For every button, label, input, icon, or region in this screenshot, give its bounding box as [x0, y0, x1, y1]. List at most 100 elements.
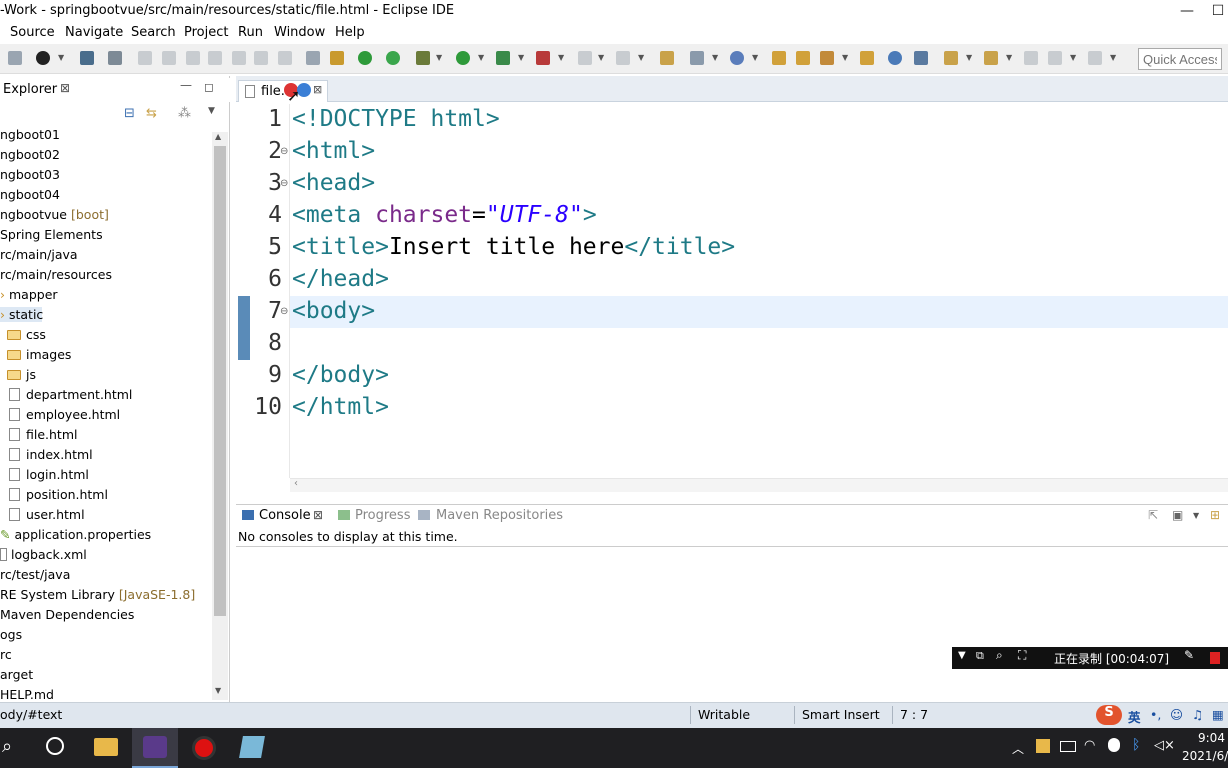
run-icon[interactable] [456, 51, 470, 65]
tree-item[interactable]: images [7, 347, 71, 362]
dropdown-arrow-icon[interactable]: ▼ [842, 53, 848, 62]
scroll-up-icon[interactable]: ▲ [215, 132, 221, 141]
tree-item[interactable]: ✎ application.properties [0, 527, 151, 542]
step-over-icon[interactable] [254, 51, 268, 65]
bluetooth-icon[interactable]: ᛒ [1132, 737, 1140, 753]
maximize-button[interactable]: ☐ [1208, 0, 1228, 22]
clock-time[interactable]: 9:04 [1198, 731, 1225, 745]
coverage-icon[interactable] [496, 51, 510, 65]
network-icon[interactable]: ◠ [1084, 738, 1095, 753]
search-tool-icon[interactable] [820, 51, 834, 65]
dropdown-arrow-icon[interactable]: ▼ [1110, 53, 1116, 62]
fold-icon[interactable]: ⊖ [280, 146, 288, 157]
annotations-icon[interactable] [914, 51, 928, 65]
tree-item[interactable]: Spring Elements [0, 227, 103, 242]
volume-icon[interactable]: ◁× [1154, 738, 1175, 753]
tree-item[interactable]: › mapper [0, 287, 58, 302]
menu-window[interactable]: Window [274, 25, 325, 40]
tab-progress[interactable]: Progress [355, 508, 410, 523]
tree-item[interactable]: file.html [9, 427, 77, 442]
open-folder-icon[interactable] [860, 51, 874, 65]
battery-icon[interactable] [1060, 741, 1076, 752]
notes-app-icon[interactable] [239, 736, 265, 758]
open-console-icon[interactable]: ⊞ [1210, 508, 1220, 522]
dropdown-arrow-icon[interactable]: ▼ [1006, 53, 1012, 62]
file-explorer-icon[interactable] [94, 738, 118, 756]
resume-icon[interactable] [138, 51, 152, 65]
new-java-project-icon[interactable] [690, 51, 704, 65]
menu-navigate[interactable]: Navigate [65, 25, 123, 40]
focus-icon[interactable]: ⁂ [178, 106, 191, 121]
server-icon[interactable] [616, 51, 630, 65]
tree-item[interactable]: arget [0, 667, 33, 682]
pin-console-icon[interactable]: ⇱ [1148, 508, 1158, 522]
last-edit-icon[interactable] [1024, 51, 1038, 65]
tree-item[interactable]: logback.xml [0, 547, 87, 562]
search-icon[interactable]: ⌕ [2, 736, 12, 757]
tree-item[interactable]: ngboot03 [0, 167, 60, 182]
emoji-icon[interactable]: ☺ [1170, 707, 1183, 722]
globe-icon[interactable] [888, 51, 902, 65]
console-output[interactable]: No consoles to display at this time. [236, 526, 1228, 702]
relaunch-icon[interactable] [386, 51, 400, 65]
dropdown-arrow-icon[interactable]: ▼ [1193, 511, 1199, 520]
task-view-icon[interactable] [46, 737, 64, 755]
open-type-icon[interactable] [772, 51, 786, 65]
eclipse-taskbar-button[interactable] [132, 728, 178, 768]
stop-record-icon[interactable] [1210, 652, 1220, 664]
window-icon[interactable]: ⧉ [976, 649, 984, 663]
recorder-app-icon[interactable] [192, 736, 216, 760]
skip-breakpoints-icon[interactable] [108, 51, 122, 65]
tree-item[interactable]: ngboot02 [0, 147, 60, 162]
user-icon[interactable] [36, 51, 50, 65]
tree-item[interactable]: ogs [0, 627, 22, 642]
scroll-left-icon[interactable]: ‹ [294, 478, 298, 489]
tree-item[interactable]: js [7, 367, 36, 382]
previous-annotation-icon[interactable] [984, 51, 998, 65]
dropdown-arrow-icon[interactable]: ▼ [712, 53, 718, 62]
tree-item[interactable]: login.html [9, 467, 89, 482]
pen-icon[interactable]: ✎ [1184, 648, 1194, 662]
tree-item[interactable]: RE System Library [JavaSE-1.8] [0, 587, 195, 602]
tree-item[interactable]: css [7, 327, 46, 342]
close-icon[interactable]: ⊠ [60, 81, 70, 95]
ime-language-toggle[interactable]: 英 [1128, 707, 1141, 726]
next-annotation-icon[interactable] [944, 51, 958, 65]
editor-horizontal-scrollbar[interactable]: ‹ [290, 478, 1228, 492]
disconnect-icon[interactable] [208, 51, 222, 65]
tree-item[interactable]: rc/main/resources [0, 267, 112, 282]
menu-run[interactable]: Run [238, 25, 263, 40]
tab-maven-repositories[interactable]: Maven Repositories [436, 508, 563, 523]
tree-item[interactable]: HELP.md [0, 687, 54, 702]
dropdown-arrow-icon[interactable]: ▼ [958, 650, 966, 661]
sogou-ime-icon[interactable]: S [1096, 705, 1122, 725]
keyboard-icon[interactable]: ▦ [1212, 707, 1224, 722]
scroll-down-icon[interactable]: ▼ [215, 686, 221, 695]
terminate-icon[interactable] [186, 51, 200, 65]
minimize-view-icon[interactable]: — [180, 78, 192, 92]
screenshot-icon[interactable]: ⛶ [1018, 648, 1026, 663]
dropdown-arrow-icon[interactable]: ▼ [478, 53, 484, 62]
explorer-tab-label[interactable]: Explorer [3, 82, 57, 97]
external-tools-icon[interactable] [536, 51, 550, 65]
terminal-icon[interactable] [80, 51, 94, 65]
explorer-scrollbar-thumb[interactable] [214, 146, 226, 616]
tree-item[interactable]: Maven Dependencies [0, 607, 134, 622]
stop-icon[interactable] [578, 51, 592, 65]
save-icon[interactable] [8, 51, 22, 65]
tree-item[interactable]: index.html [9, 447, 93, 462]
menu-source[interactable]: Source [10, 25, 55, 40]
tray-app-icon[interactable] [1036, 739, 1050, 753]
search-icon[interactable]: ⌕ [996, 648, 1003, 663]
tree-item[interactable]: ngbootvue [boot] [0, 207, 109, 222]
close-icon[interactable]: ⊠ [313, 83, 322, 96]
tree-item[interactable]: user.html [9, 507, 85, 522]
tree-item[interactable]: rc/main/java [0, 247, 78, 262]
tree-item[interactable]: rc/test/java [0, 567, 70, 582]
dropdown-arrow-icon[interactable]: ▼ [598, 53, 604, 62]
chevron-up-icon[interactable]: ︿ [1012, 740, 1024, 757]
clock-date[interactable]: 2021/6/ [1182, 749, 1228, 763]
debug-icon[interactable] [416, 51, 430, 65]
dropdown-arrow-icon[interactable]: ▼ [966, 53, 972, 62]
tree-item-selected[interactable]: › static [0, 307, 43, 322]
